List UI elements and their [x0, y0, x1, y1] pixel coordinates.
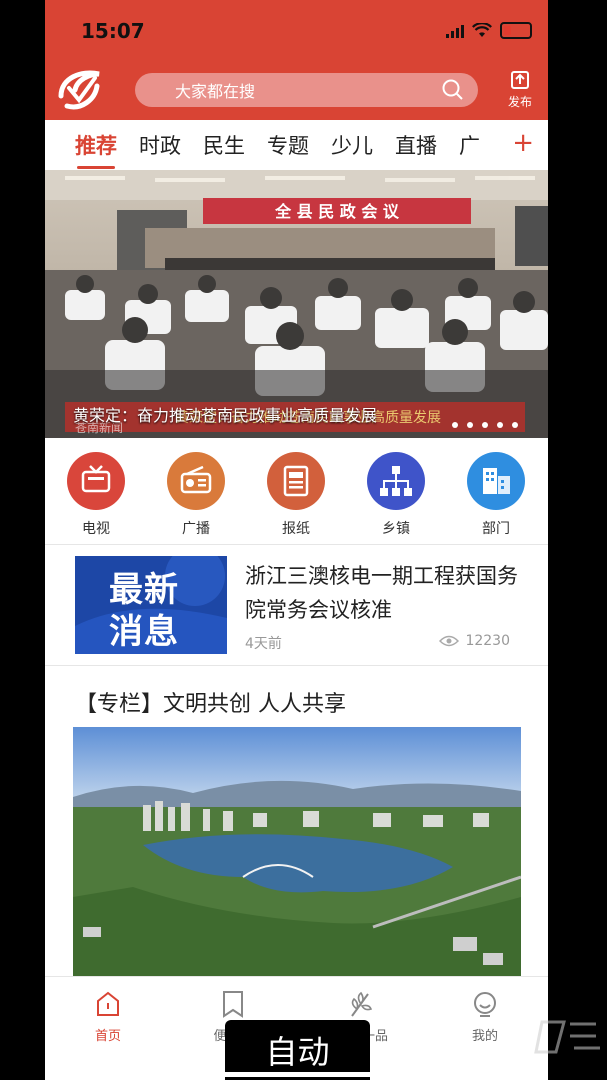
app-logo[interactable]: [55, 66, 105, 112]
channel-label: 报纸: [282, 521, 310, 537]
home-indicator[interactable]: [215, 1072, 385, 1077]
banner-caption[interactable]: 黄荣定：奋力推动苍南民政事业高质量发展: [73, 402, 377, 426]
bookmark-icon: [223, 991, 243, 1018]
eye-icon: [439, 635, 460, 647]
news-view-count: 12230: [465, 633, 510, 649]
channel-tv[interactable]: 电视: [56, 452, 136, 538]
thumb-text-line2: 消息: [109, 612, 179, 652]
app-header: 15:07 大家都在搜 发布: [45, 0, 548, 120]
profile-icon: [474, 992, 496, 1017]
battery-icon: [500, 22, 532, 39]
carousel-dot: [497, 422, 503, 428]
tab-politics[interactable]: 时政: [139, 130, 181, 160]
signal-icon: [446, 24, 464, 38]
home-icon: [97, 991, 119, 1016]
channel-departments[interactable]: 部门: [456, 452, 536, 538]
building-icon: [467, 452, 525, 510]
upload-icon: [511, 71, 529, 89]
leaf-icon: [351, 991, 373, 1017]
banner-hall-text: 全 县 民 政 会 议: [274, 202, 400, 221]
nav-profile[interactable]: 我的: [445, 989, 525, 1044]
city-aerial-image: [73, 727, 521, 977]
carousel-dots: [452, 422, 518, 428]
tab-kids[interactable]: 少儿: [331, 130, 373, 160]
status-time: 15:07: [81, 19, 145, 43]
banner-image: 全 县 民 政 会 议 黄荣定：奋力推动苍南民政事业高质量发展 苍南新闻: [45, 170, 548, 438]
tab-live[interactable]: 直播: [395, 130, 437, 160]
banner-carousel[interactable]: 全 县 民 政 会 议 黄荣定：奋力推动苍南民政事业高质量发展 苍南新闻 黄荣定…: [45, 170, 548, 438]
radio-icon: [167, 452, 225, 510]
add-tab-button[interactable]: +: [512, 128, 534, 158]
category-tabs: 推荐 时政 民生 专题 少儿 直播 广: [45, 120, 548, 170]
tab-recommend[interactable]: 推荐: [75, 130, 117, 169]
watermark-logo: [534, 1020, 600, 1054]
auto-mode-overlay: 自动: [225, 1020, 370, 1080]
search-bar[interactable]: 大家都在搜: [135, 73, 478, 107]
news-title[interactable]: 浙江三澳核电一期工程获国务院常务会议核准: [245, 559, 525, 627]
nav-label: 首页: [94, 1029, 121, 1044]
nav-label: 我的: [471, 1029, 498, 1044]
column-title[interactable]: 【专栏】文明共创 人人共享: [75, 686, 346, 718]
carousel-dot: [512, 422, 518, 428]
channel-newspaper[interactable]: 报纸: [256, 452, 336, 538]
news-views: 12230: [439, 633, 510, 649]
org-chart-icon: [367, 452, 425, 510]
newspaper-icon: [267, 452, 325, 510]
carousel-dot: [452, 422, 458, 428]
channel-shortcuts: 电视 广播 报纸 乡镇 部门: [45, 448, 548, 542]
news-thumbnail: 最新 消息: [75, 556, 227, 654]
search-placeholder: 大家都在搜: [175, 82, 256, 101]
news-list-item[interactable]: 最新 消息 浙江三澳核电一期工程获国务院常务会议核准 4天前 12230: [45, 545, 548, 665]
channel-label: 广播: [182, 521, 210, 537]
nav-home[interactable]: 首页: [68, 989, 148, 1044]
phone-screen: 15:07 大家都在搜 发布 推荐 时政 民生 专题 少儿 直播 广 + 全 县…: [45, 0, 548, 1080]
tv-icon: [67, 452, 125, 510]
channel-label: 乡镇: [382, 521, 410, 537]
channel-townships[interactable]: 乡镇: [356, 452, 436, 538]
tab-topics[interactable]: 专题: [267, 130, 309, 160]
channel-label: 部门: [482, 521, 510, 537]
status-icons: [446, 22, 532, 39]
channel-label: 电视: [82, 521, 110, 537]
publish-label: 发布: [507, 95, 532, 109]
publish-button[interactable]: 发布: [500, 70, 540, 110]
search-icon[interactable]: [442, 79, 464, 101]
channel-radio[interactable]: 广播: [156, 452, 236, 538]
carousel-dot: [467, 422, 473, 428]
news-time: 4天前: [245, 636, 282, 652]
tab-more-partial[interactable]: 广: [459, 130, 480, 160]
tab-livelihood[interactable]: 民生: [203, 130, 245, 160]
column-photo[interactable]: [73, 727, 521, 977]
wifi-icon: [472, 23, 492, 37]
carousel-dot: [482, 422, 488, 428]
divider: [45, 665, 548, 666]
